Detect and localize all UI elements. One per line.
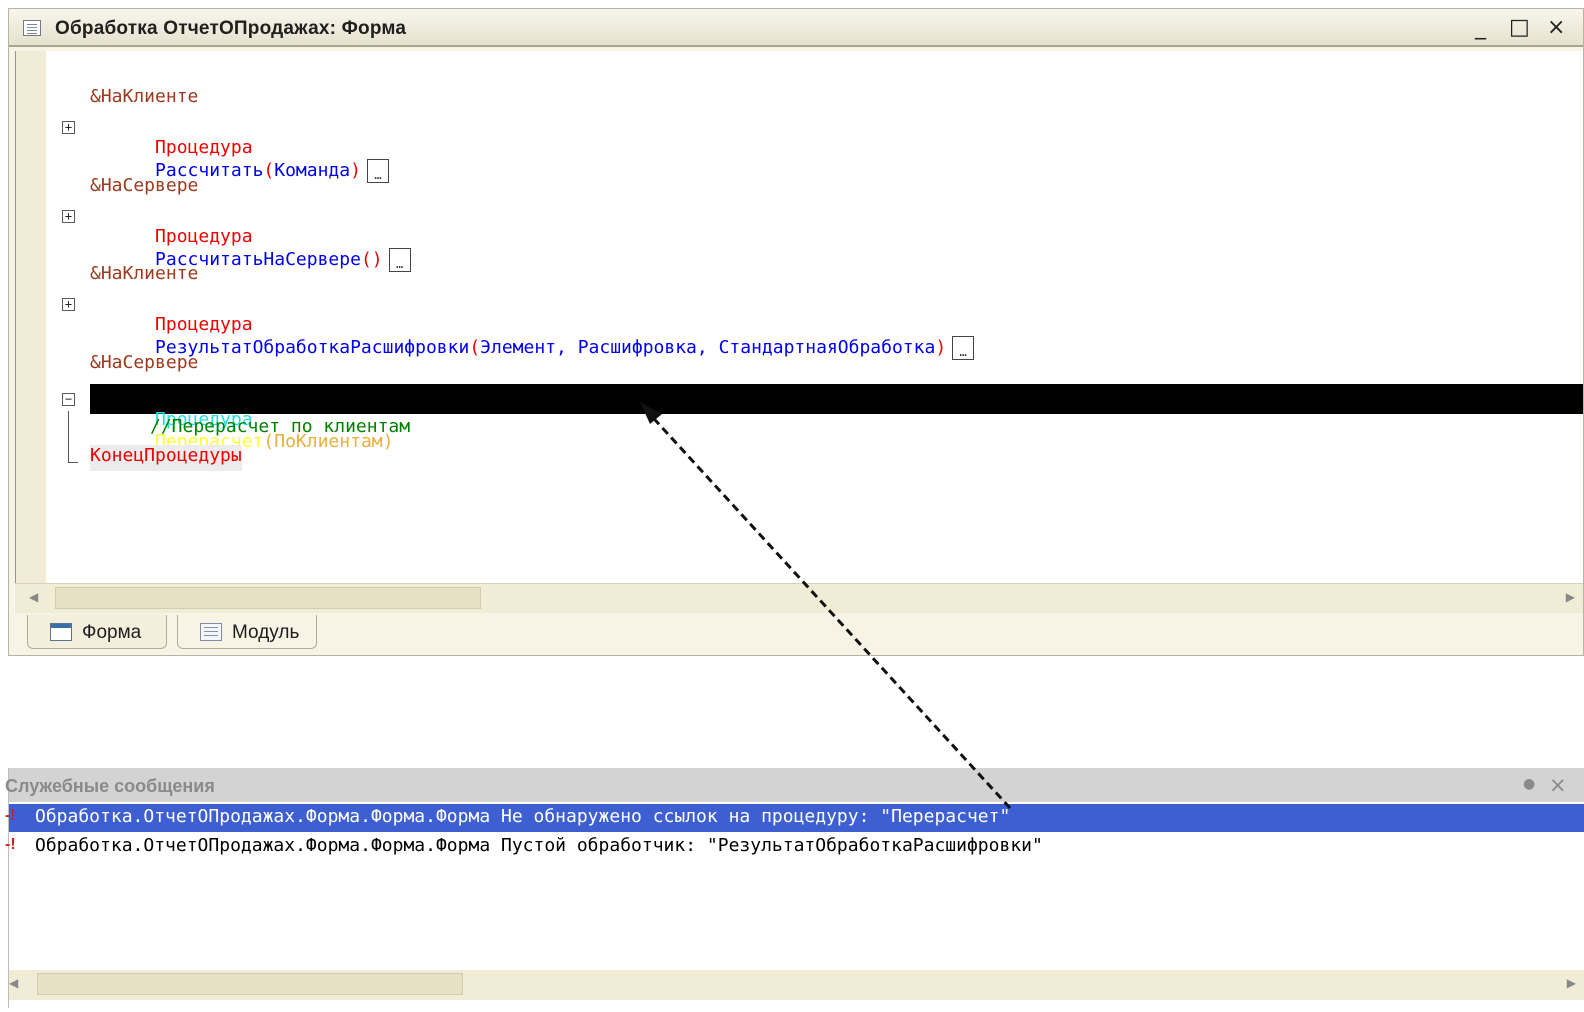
warning-icon: -! <box>5 836 16 853</box>
tab-form[interactable]: Форма <box>27 615 167 649</box>
message-row[interactable]: -! Обработка.ОтчетОПродажах.Форма.Форма.… <box>5 804 1584 832</box>
expand-icon[interactable]: + <box>62 121 75 134</box>
warning-icon: -! <box>5 807 16 824</box>
scroll-left-icon[interactable]: ◀ <box>9 976 18 990</box>
scrollbar-thumb[interactable] <box>37 973 463 995</box>
paren-close: ) <box>371 249 383 270</box>
directive-line: &НаКлиенте <box>90 86 199 107</box>
editor-tab-strip: Форма Модуль <box>15 613 1583 655</box>
procedure-line[interactable]: Процедура Рассчитать(Команда)… <box>90 115 389 183</box>
tab-form-label: Форма <box>82 622 142 643</box>
paren-close: ) <box>935 337 947 358</box>
paren-open: ( <box>360 249 372 270</box>
procedure-keyword: Процедура <box>155 226 253 247</box>
scroll-left-icon[interactable]: ◀ <box>29 590 38 604</box>
editor-gutter <box>16 51 46 583</box>
collapsed-block-icon[interactable]: … <box>366 159 389 183</box>
end-procedure-keyword: КонецПроцедуры <box>90 445 242 471</box>
procedure-line[interactable]: Процедура РезультатОбработкаРасшифровки(… <box>90 292 975 360</box>
scrollbar-thumb[interactable] <box>55 587 481 609</box>
module-editor-window: Обработка ОтчетОПродажах: Форма _ □ × &Н… <box>8 8 1584 656</box>
message-text: Обработка.ОтчетОПродажах.Форма.Форма.Фор… <box>35 835 1043 856</box>
code-editor[interactable]: &НаКлиенте + Процедура Рассчитать(Команд… <box>15 51 1583 583</box>
paren-close: ) <box>350 160 361 181</box>
form-icon <box>50 623 72 641</box>
expand-icon[interactable]: + <box>62 210 75 223</box>
procedure-params: Элемент, Расшифровка, СтандартнаяОбработ… <box>480 337 936 358</box>
window-title: Обработка ОтчетОПродажах: Форма <box>55 18 407 39</box>
title-bar[interactable]: Обработка ОтчетОПродажах: Форма _ □ × <box>9 9 1583 47</box>
selected-procedure-line[interactable]: Процедура Перерасчет(ПоКлиентам) <box>90 387 393 452</box>
close-button[interactable]: × <box>1547 15 1565 40</box>
messages-panel: Служебные сообщения ● × -! Обработка.Отч… <box>5 768 1584 1008</box>
messages-header: Служебные сообщения ● × <box>5 768 1584 802</box>
fold-guide-end <box>68 462 78 463</box>
directive-line: &НаСервере <box>90 175 199 196</box>
procedure-keyword: Процедура <box>155 137 253 158</box>
minimize-button[interactable]: _ <box>1475 15 1486 40</box>
messages-close-button[interactable]: × <box>1549 773 1567 797</box>
expand-icon[interactable]: + <box>62 298 75 311</box>
procedure-keyword: Процедура <box>155 314 253 335</box>
tab-module[interactable]: Модуль <box>177 615 317 649</box>
tab-module-label: Модуль <box>232 622 300 643</box>
scroll-right-icon[interactable]: ▶ <box>1566 590 1575 604</box>
module-window-icon <box>23 20 41 36</box>
paren-open: ( <box>469 337 481 358</box>
editor-horizontal-scrollbar[interactable]: ◀ ▶ <box>15 583 1583 613</box>
pin-icon[interactable]: ● <box>1523 776 1535 792</box>
messages-title: Служебные сообщения <box>5 776 215 796</box>
directive-line: &НаСервере <box>90 352 199 373</box>
scroll-right-icon[interactable]: ▶ <box>1567 976 1576 990</box>
paren-open: ( <box>263 160 275 181</box>
collapse-icon[interactable]: − <box>62 393 75 406</box>
message-row[interactable]: -! Обработка.ОтчетОПродажах.Форма.Форма.… <box>5 833 1584 861</box>
directive-line: &НаКлиенте <box>90 263 199 284</box>
collapsed-block-icon[interactable]: … <box>388 248 411 272</box>
procedure-name: РезультатОбработкаРасшифровки <box>155 337 470 358</box>
messages-horizontal-scrollbar[interactable]: ◀ ▶ <box>9 970 1584 1000</box>
collapsed-block-icon[interactable]: … <box>952 336 975 360</box>
procedure-params: Команда <box>274 160 351 181</box>
module-icon <box>200 623 222 641</box>
fold-guide <box>68 411 69 463</box>
maximize-button[interactable]: □ <box>1509 15 1530 40</box>
message-text: Обработка.ОтчетОПродажах.Форма.Форма.Фор… <box>35 806 1011 827</box>
procedure-line[interactable]: Процедура РассчитатьНаСервере()… <box>90 204 411 272</box>
code-comment: //Перерасчет по клиентам <box>150 416 411 437</box>
